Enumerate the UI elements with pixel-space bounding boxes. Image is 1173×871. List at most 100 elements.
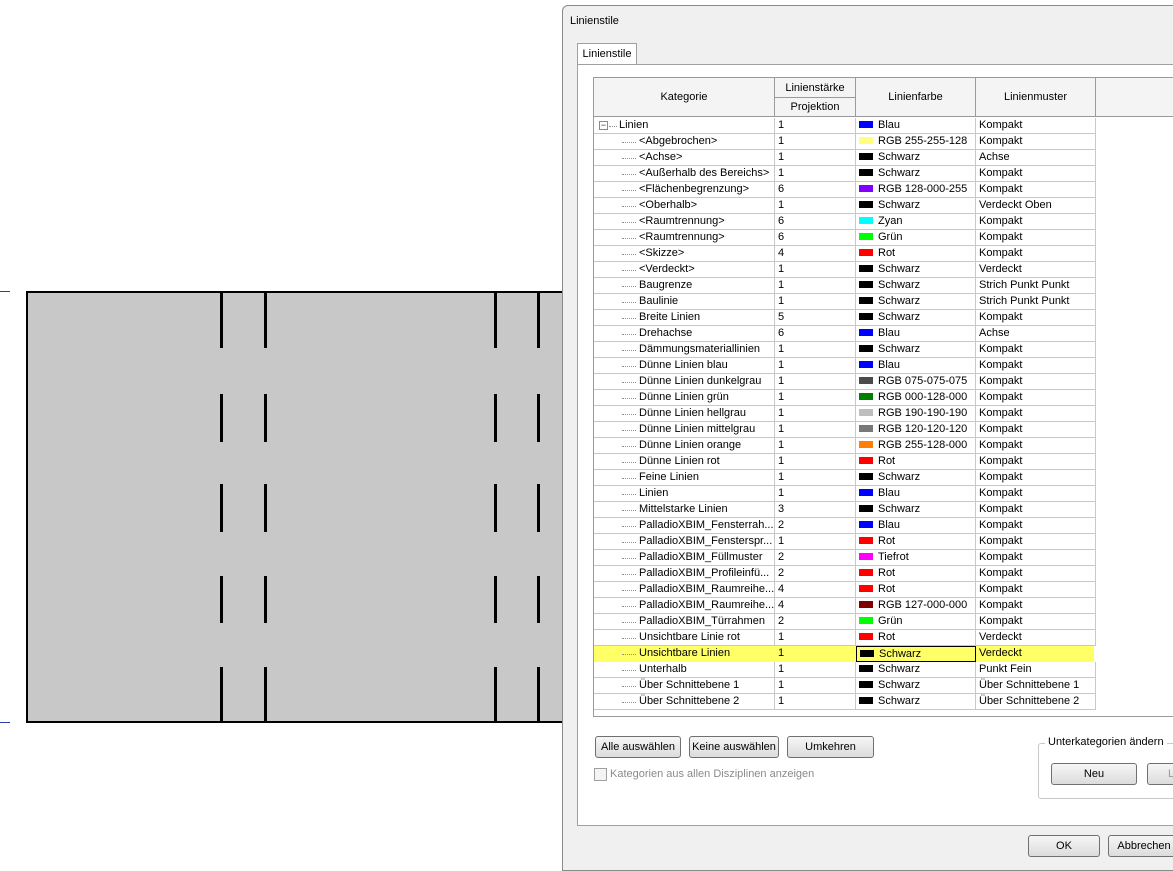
line-weight-cell[interactable]: 2 [775, 566, 856, 582]
line-weight-cell[interactable]: 1 [775, 534, 856, 550]
category-cell[interactable]: <Raumtrennung> [594, 230, 775, 246]
line-color-cell[interactable]: Schwarz [856, 310, 976, 326]
line-pattern-cell[interactable]: Kompakt [976, 182, 1096, 198]
category-cell[interactable]: Mittelstarke Linien [594, 502, 775, 518]
line-pattern-cell[interactable]: Über Schnittebene 1 [976, 678, 1096, 694]
table-row[interactable]: Über Schnittebene 1 1 Schwarz Über Schnitte… [594, 678, 1096, 694]
line-styles-table[interactable]: Kategorie Linienstärke Projektion Linien… [593, 77, 1173, 717]
line-color-cell[interactable]: RGB 127-000-000 [856, 598, 976, 614]
line-color-cell[interactable]: Rot [856, 582, 976, 598]
table-row[interactable]: PalladioXBIM_Profileinfü... 2 Rot Kompakt [594, 566, 1096, 582]
table-row[interactable]: Baugrenze 1 Schwarz Strich Punkt Punkt [594, 278, 1096, 294]
table-row[interactable]: PalladioXBIM_Fensterrah... 2 Blau Kompakt [594, 518, 1096, 534]
line-color-cell[interactable]: RGB 128-000-255 [856, 182, 976, 198]
line-weight-cell[interactable]: 2 [775, 518, 856, 534]
line-pattern-cell[interactable]: Verdeckt [976, 646, 1046, 662]
line-pattern-cell[interactable]: Kompakt [976, 566, 1096, 582]
line-color-cell[interactable]: Schwarz [856, 278, 976, 294]
line-color-cell[interactable]: Rot [856, 534, 976, 550]
floor-slab-shape[interactable] [26, 291, 566, 723]
select-none-button[interactable]: Keine auswählen [689, 736, 779, 758]
table-row[interactable]: PalladioXBIM_Raumreihe... 4 RGB 127-000-00… [594, 598, 1096, 614]
category-cell[interactable]: PalladioXBIM_Fensterspr... [594, 534, 775, 550]
line-color-cell[interactable]: Schwarz [856, 678, 976, 694]
category-cell[interactable]: Dünne Linien blau [594, 358, 775, 374]
line-color-cell[interactable]: Schwarz [856, 198, 976, 214]
table-row[interactable]: <Verdeckt> 1 Schwarz Verdeckt [594, 262, 1096, 278]
table-row[interactable]: Unsichtbare Linien 1 Schwarz Verdeckt [594, 646, 1094, 662]
category-cell[interactable]: − Linien [594, 118, 775, 134]
category-cell[interactable]: <Außerhalb des Bereichs> [594, 166, 775, 182]
line-color-cell[interactable]: Schwarz [856, 262, 976, 278]
line-pattern-cell[interactable]: Achse [976, 150, 1096, 166]
line-color-cell[interactable]: Schwarz [856, 150, 976, 166]
category-cell[interactable]: <Abgebrochen> [594, 134, 775, 150]
line-weight-cell[interactable]: 1 [775, 662, 856, 678]
line-weight-cell[interactable]: 4 [775, 598, 856, 614]
line-color-cell[interactable]: RGB 255-255-128 [856, 134, 976, 150]
header-projection[interactable]: Projektion [775, 98, 856, 117]
category-cell[interactable]: Baugrenze [594, 278, 775, 294]
line-pattern-cell[interactable]: Kompakt [976, 454, 1096, 470]
category-cell[interactable]: Über Schnittebene 2 [594, 694, 775, 710]
table-row[interactable]: <Außerhalb des Bereichs> 1 Schwarz Kompakt [594, 166, 1096, 182]
category-cell[interactable]: Baulinie [594, 294, 775, 310]
category-cell[interactable]: PalladioXBIM_Türrahmen [594, 614, 775, 630]
category-cell[interactable]: <Verdeckt> [594, 262, 775, 278]
delete-button[interactable]: Lösc [1147, 763, 1173, 785]
table-row[interactable]: Dünne Linien grün 1 RGB 000-128-000 Kompakt [594, 390, 1096, 406]
category-cell[interactable]: Dünne Linien mittelgrau [594, 422, 775, 438]
line-weight-cell[interactable]: 1 [775, 406, 856, 422]
line-pattern-cell[interactable]: Verdeckt [976, 262, 1096, 278]
line-pattern-cell[interactable]: Kompakt [976, 502, 1096, 518]
category-cell[interactable]: Dünne Linien dunkelgrau [594, 374, 775, 390]
table-row[interactable]: Dämmungsmateriallinien 1 Schwarz Kompakt [594, 342, 1096, 358]
line-pattern-cell[interactable]: Achse [976, 326, 1096, 342]
table-row[interactable]: Feine Linien 1 Schwarz Kompakt [594, 470, 1096, 486]
line-pattern-cell[interactable]: Kompakt [976, 390, 1096, 406]
line-pattern-cell[interactable]: Strich Punkt Punkt [976, 294, 1096, 310]
line-color-cell[interactable]: Schwarz [856, 694, 976, 710]
line-color-cell[interactable]: Rot [856, 454, 976, 470]
line-pattern-cell[interactable]: Strich Punkt Punkt [976, 278, 1096, 294]
line-weight-cell[interactable]: 1 [775, 694, 856, 710]
line-pattern-cell[interactable]: Kompakt [976, 438, 1096, 454]
line-pattern-cell[interactable]: Verdeckt Oben [976, 198, 1096, 214]
header-category[interactable]: Kategorie [594, 78, 775, 117]
line-weight-cell[interactable]: 4 [775, 246, 856, 262]
category-cell[interactable]: Dämmungsmateriallinien [594, 342, 775, 358]
table-row[interactable]: <Raumtrennung> 6 Grün Kompakt [594, 230, 1096, 246]
line-pattern-cell[interactable]: Kompakt [976, 534, 1096, 550]
drawing-canvas[interactable] [0, 0, 570, 871]
line-pattern-cell[interactable]: Verdeckt [976, 630, 1096, 646]
line-weight-cell[interactable]: 2 [775, 550, 856, 566]
line-weight-cell[interactable]: 6 [775, 182, 856, 198]
category-cell[interactable]: Dünne Linien orange [594, 438, 775, 454]
line-pattern-cell[interactable]: Kompakt [976, 470, 1096, 486]
line-pattern-cell[interactable]: Über Schnittebene 2 [976, 694, 1096, 710]
line-weight-cell[interactable]: 1 [775, 486, 856, 502]
line-color-cell[interactable]: Grün [856, 230, 976, 246]
line-pattern-cell[interactable]: Kompakt [976, 134, 1096, 150]
line-color-cell[interactable]: Schwarz [856, 342, 976, 358]
table-row[interactable]: Mittelstarke Linien 3 Schwarz Kompakt [594, 502, 1096, 518]
line-color-cell[interactable]: Blau [856, 518, 976, 534]
category-cell[interactable]: PalladioXBIM_Profileinfü... [594, 566, 775, 582]
table-row[interactable]: PalladioXBIM_Füllmuster 2 Tiefrot Kompakt [594, 550, 1096, 566]
category-cell[interactable]: Dünne Linien rot [594, 454, 775, 470]
line-pattern-cell[interactable]: Punkt Fein [976, 662, 1096, 678]
line-color-cell[interactable]: Tiefrot [856, 550, 976, 566]
category-cell[interactable]: <Skizze> [594, 246, 775, 262]
line-weight-cell[interactable]: 6 [775, 326, 856, 342]
line-color-cell[interactable]: Schwarz [856, 294, 976, 310]
table-row[interactable]: Drehachse 6 Blau Achse [594, 326, 1096, 342]
invert-button[interactable]: Umkehren [787, 736, 874, 758]
line-weight-cell[interactable]: 1 [775, 374, 856, 390]
line-weight-cell[interactable]: 3 [775, 502, 856, 518]
line-color-cell[interactable]: Blau [856, 358, 976, 374]
line-pattern-cell[interactable]: Kompakt [976, 582, 1096, 598]
category-cell[interactable]: Unsichtbare Linie rot [594, 630, 775, 646]
line-pattern-cell[interactable]: Kompakt [976, 518, 1096, 534]
line-color-cell[interactable]: RGB 000-128-000 [856, 390, 976, 406]
line-weight-cell[interactable]: 1 [775, 278, 856, 294]
